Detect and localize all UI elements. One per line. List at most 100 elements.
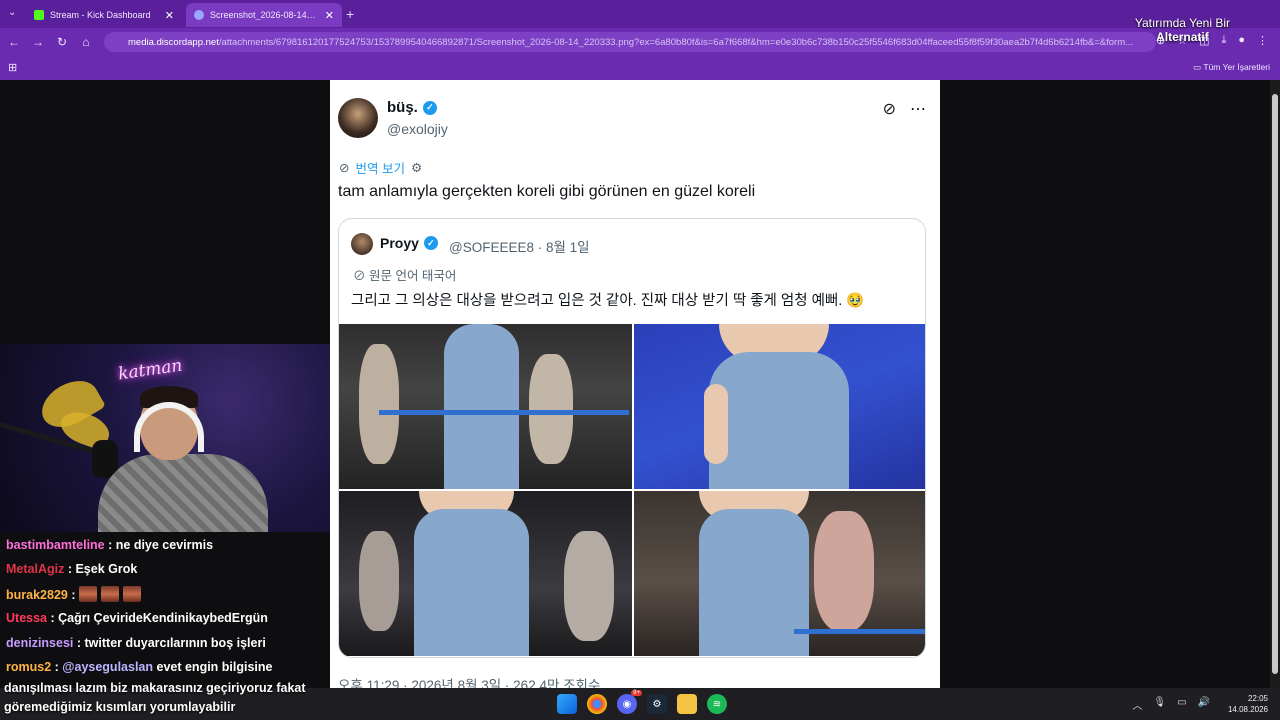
tweet-meta: 오후 11:29 · 2026년 8월 3일 · 262.4만 조회수 [338,678,601,688]
tab-screenshot[interactable]: Screenshot_2026-08-14_220333 ✕ [186,3,342,27]
tab-search-chevron-icon[interactable]: ⌄ [8,7,16,18]
quote-language-note: ⊘ 원문 언어 태국어 [353,269,457,283]
discord-icon[interactable]: ◉ 9+ [617,690,642,714]
url-path: /attachments/679816120177524753/15378995… [218,36,1134,48]
spotify-icon[interactable]: ≋ [707,694,727,714]
clock-time: 22:05 [1247,694,1268,703]
url-field[interactable]: media.discordapp.net/attachments/6798161… [104,32,1156,52]
chat-text: : Çağrı ÇevirideKendinikaybedErgün [50,611,268,625]
page-scrollbar[interactable] [1270,80,1280,688]
photo-dress [699,509,809,656]
all-bookmarks-link[interactable]: ▭ Tüm Yer İşaretleri [1193,62,1270,73]
tweet-text: tam anlamıyla gerçekten koreli gibi görü… [338,183,756,200]
browser-chrome: ⌄ Stream - Kick Dashboard ✕ Screenshot_2… [0,0,1280,80]
clock-date: 14.08.2026 [1227,705,1268,714]
windows-start-icon[interactable] [557,694,577,714]
chrome-icon[interactable] [587,694,607,714]
translate-icon: ⊘ [339,161,350,175]
zoom-icon[interactable]: ⊕ [1156,34,1165,47]
photo-4 [634,491,925,656]
globe-icon [194,10,204,20]
photo-dress [414,509,529,656]
menu-kebab-icon[interactable]: ⋮ [1257,34,1268,47]
discord-badge: 9+ [631,690,642,696]
neon-sign: katman [116,355,184,385]
photo-figure [359,531,399,631]
tab-bar: ⌄ Stream - Kick Dashboard ✕ Screenshot_2… [0,0,1280,28]
photo-grid [339,324,925,657]
toolbar-right: ⊕ ☆ ◫ ⤓ ● ⋮ [1156,34,1268,47]
photo-dress [709,352,849,489]
steam-icon[interactable]: ⚙ [647,694,667,714]
author-name-row: büş. ✓ [387,99,437,116]
address-bar-row: ← → ↻ ⌂ media.discordapp.net/attachments… [0,28,1280,56]
system-clock[interactable]: 22:05 14.08.2026 [1228,693,1268,715]
photo-figure [814,511,874,631]
chevron-up-icon[interactable]: ︿ [1132,697,1142,712]
close-icon[interactable]: ✕ [325,9,334,22]
verified-badge-icon: ✓ [423,236,438,250]
apps-grid-icon[interactable]: ⊞ [8,61,17,74]
grok-icon: ⊘ [882,101,896,118]
network-icon[interactable]: ▭ [1177,697,1186,712]
tab-label: Screenshot_2026-08-14_220333 [210,10,319,20]
scrollbar-thumb[interactable] [1272,94,1278,674]
chat-message: denizinsesi : twitter duyarcılarının boş… [6,636,266,650]
back-icon[interactable]: ← [2,35,26,49]
chat-username: MetalAgiz [6,562,65,576]
microphone-icon[interactable]: 🎙 [1153,697,1166,712]
quote-author-name: Proyy [380,235,419,251]
chat-message: romus2 : @aysegulaslan evet engin bilgis… [6,660,273,674]
chat-message: Utessa : Çağrı ÇevirideKendinikaybedErgü… [6,611,268,625]
photo-1 [339,324,632,489]
profile-avatar[interactable]: ● [1238,34,1245,47]
chat-username: burak2829 [6,588,68,602]
volume-icon[interactable]: 🔊 [1198,697,1210,712]
new-tab-plus-icon[interactable]: + [346,6,354,22]
chat-overlay: bastimbamteline : ne diye cevirmis Metal… [0,534,330,688]
author-name: büş. [387,99,418,116]
chat-text: evet engin bilgisine [153,660,273,674]
chat-username: denizinsesi [6,636,74,650]
url-host: media.discordapp.net [128,36,219,48]
reload-icon[interactable]: ↻ [50,35,74,49]
download-icon[interactable]: ⤓ [1221,34,1226,47]
chat-continuation-line: danışılması lazım biz makarasınız geçiri… [4,681,306,695]
forward-icon[interactable]: → [26,35,50,49]
gear-icon: ⚙ [410,161,423,175]
author-handle: @exolojiy [387,121,448,137]
more-dots-icon: ⋯ [910,101,926,118]
chat-username: bastimbamteline [6,538,105,552]
photo-figure [359,344,399,464]
emote-icon [79,586,97,602]
chat-text: : twitter duyarcılarının boş işleri [76,636,266,650]
system-tray: ︿ 🎙 ▭ 🔊 [1132,697,1210,712]
photo-arm [704,384,728,464]
kick-icon [34,10,44,20]
chat-continuation-line: göremediğimiz kısımları yorumlayabilir [4,700,236,714]
translate-label: 번역 보기 [355,162,405,176]
extensions-icon[interactable]: ◫ [1199,34,1209,47]
photo-2 [634,324,925,489]
streamer-shirt [98,454,268,532]
folder-icon[interactable] [677,694,697,714]
home-icon[interactable]: ⌂ [74,35,98,49]
webcam-overlay: katman [0,344,330,532]
chat-username: romus2 [6,660,52,674]
taskbar-apps: ◉ 9+ ⚙ ≋ [557,690,727,714]
quote-handle: @SOFEEEE8 · 8월 1일 [449,240,590,255]
quote-text: 그리고 그 의상은 대상을 받으려고 입은 것 같아. 진짜 대상 받기 딱 좋… [351,293,865,309]
chat-continuation: danışılması lazım biz makarasınız geçiri… [4,679,306,717]
tab-kick-dashboard[interactable]: Stream - Kick Dashboard ✕ [26,3,182,27]
photo-rail [794,629,925,634]
emote-icon [101,586,119,602]
avatar [351,233,373,255]
chat-text: : [54,660,59,674]
translate-row: ⊘ 번역 보기 ⚙ [339,158,422,177]
close-icon[interactable]: ✕ [165,9,174,22]
avatar [338,98,378,138]
chat-username: Utessa [6,611,47,625]
photo-figure [529,354,573,464]
star-icon[interactable]: ☆ [1177,34,1187,47]
quote-author-row: Proyy ✓ [380,235,438,251]
